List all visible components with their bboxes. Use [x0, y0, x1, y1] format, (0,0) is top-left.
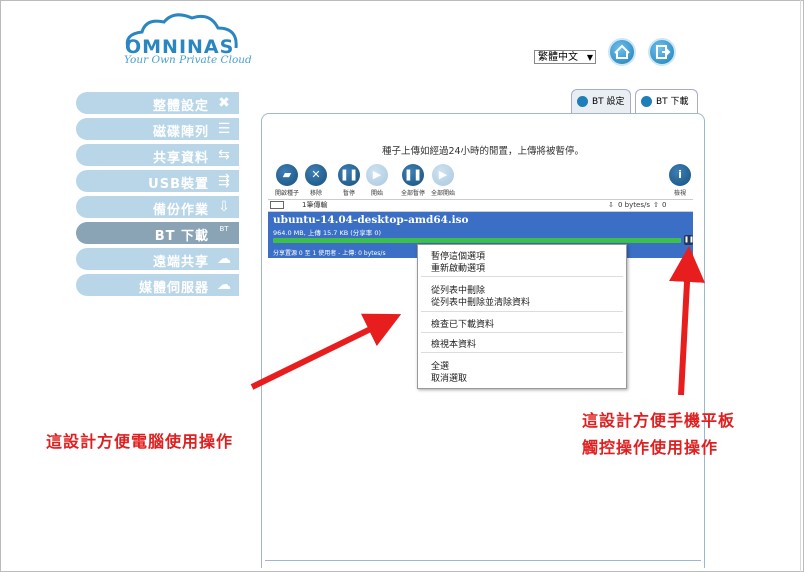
view-button[interactable]: i — [669, 164, 691, 186]
sidebar-item-label: 共享資料 — [152, 151, 209, 166]
folder-open-icon: ▰ — [282, 168, 292, 181]
tab-bt-download[interactable]: BT 下載 — [635, 89, 698, 114]
usb-icon: ⇶ — [218, 173, 230, 189]
torrent-peers: 分享置源 0 至 1 使用者 - 上傳: 0 bytes/s — [273, 250, 386, 257]
panel-bottom-line — [265, 560, 701, 561]
remote-share-icon: ☁ — [217, 251, 231, 267]
chevron-down-icon: ▼ — [586, 53, 593, 62]
start-button[interactable]: ▶ — [366, 164, 388, 186]
pause-all-button[interactable]: ❚❚ — [402, 164, 424, 186]
logo-tagline: Your Own Private Cloud — [124, 54, 252, 66]
download-icon — [641, 96, 652, 107]
row-pause-button[interactable]: ❚❚ — [684, 235, 694, 245]
sidebar-item-label: 磁碟陣列 — [152, 125, 209, 140]
sidebar-item-media-server[interactable]: 媒體伺服器 ☁ — [76, 274, 239, 296]
close-icon: ✕ — [311, 168, 321, 181]
toolbar-label: 檢視 — [673, 190, 686, 197]
menu-item-deselect[interactable]: 取消選取 — [431, 371, 467, 384]
tab-bt-settings[interactable]: BT 設定 — [571, 89, 631, 114]
transfer-list-header: 1筆傳輸 ⇩ 0 bytes/s ⇧ 0 bytes/s — [268, 199, 693, 220]
callout-right-line2: 觸控操作使用操作 — [582, 438, 719, 457]
sidebar-item-usb[interactable]: USB裝置 ⇶ — [76, 170, 239, 192]
open-torrent-button[interactable]: ▰ — [276, 164, 298, 186]
menu-divider — [421, 276, 623, 277]
menu-item-remove-data[interactable]: 從列表中刪除並清除資料 — [431, 295, 530, 308]
sidebar-item-label: USB裝置 — [148, 177, 209, 192]
menu-item-view[interactable]: 檢視本資料 — [431, 337, 476, 350]
page-edge — [800, 0, 801, 572]
toolbar-label: 全部開始 — [430, 190, 455, 197]
play-icon: ▶ — [372, 168, 382, 181]
callout-right-line1: 這設計方便手機平板 — [582, 411, 736, 430]
sidebar-item-shared-data[interactable]: 共享資料 ⇆ — [76, 144, 239, 166]
gear-icon — [577, 96, 588, 107]
remove-button[interactable]: ✕ — [305, 164, 327, 186]
bt-icon: BT — [219, 225, 229, 233]
menu-item-restart[interactable]: 重新啟動選項 — [431, 261, 485, 274]
callout-left: 這設計方便電腦使用操作 — [46, 432, 234, 451]
backup-icon: ⇩ — [218, 199, 230, 215]
menu-divider — [421, 332, 623, 333]
pause-icon: ❚❚ — [339, 168, 359, 181]
pause-all-icon: ❚❚ — [403, 168, 423, 181]
wrench-icon[interactable] — [270, 201, 284, 209]
context-menu: 暫停這個選項 重新啟動選項 從列表中刪除 從列表中刪除並清除資料 檢查已下載資料… — [417, 244, 627, 389]
media-server-icon: ☁ — [217, 277, 231, 293]
language-value: 繁體中文 — [538, 52, 578, 63]
download-speed-icon: ⇩ — [608, 201, 614, 209]
sidebar-item-label: 備份作業 — [152, 203, 209, 218]
home-button[interactable] — [608, 38, 636, 66]
pause-button[interactable]: ❚❚ — [338, 164, 360, 186]
logout-button[interactable] — [648, 38, 676, 66]
sidebar-item-label: 遠端共享 — [152, 255, 209, 270]
toolbar-label: 開始 — [370, 190, 383, 197]
exit-icon — [656, 45, 671, 59]
home-icon — [614, 44, 630, 59]
progress-bar — [273, 238, 681, 243]
disk-icon: ☰ — [217, 121, 231, 137]
sidebar-item-label: BT 下載 — [154, 229, 209, 244]
menu-item-verify[interactable]: 檢查已下載資料 — [431, 317, 494, 330]
torrent-info: 964.0 MB, 上傳 15.7 KB (分享率 0) — [273, 229, 382, 237]
upload-speed-icon: ⇧ — [653, 201, 659, 209]
menu-divider — [421, 311, 623, 312]
start-all-button[interactable]: ▶ — [432, 164, 454, 186]
download-speed: 0 bytes/s — [618, 201, 650, 209]
tab-label: BT 設定 — [592, 97, 625, 107]
play-all-icon: ▶ — [438, 168, 448, 181]
sidebar-item-bt-download[interactable]: BT 下載 BT — [76, 222, 239, 244]
sidebar-item-disk-array[interactable]: 磁碟陣列 ☰ — [76, 118, 239, 140]
sidebar-item-label: 整體設定 — [152, 99, 209, 114]
idle-notice: 種子上傳如經過24小時的閒置，上傳將被暫停。 — [381, 146, 585, 157]
language-select[interactable]: 繁體中文 ▼ — [534, 50, 596, 64]
sidebar-item-general-settings[interactable]: 整體設定 ✖ — [76, 92, 239, 114]
sidebar-item-label: 媒體伺服器 — [138, 281, 209, 296]
torrent-name: ubuntu-14.04-desktop-amd64.iso — [273, 214, 469, 226]
sidebar-item-backup[interactable]: 備份作業 ⇩ — [76, 196, 239, 218]
transfer-count: 1筆傳輸 — [302, 201, 328, 209]
menu-divider — [421, 352, 623, 353]
tab-label: BT 下載 — [656, 97, 689, 107]
info-icon: i — [678, 168, 682, 181]
progress-fill — [273, 238, 681, 243]
tools-icon: ✖ — [218, 95, 230, 111]
share-arrows-icon: ⇆ — [218, 147, 230, 163]
sidebar-item-remote-share[interactable]: 遠端共享 ☁ — [76, 248, 239, 270]
